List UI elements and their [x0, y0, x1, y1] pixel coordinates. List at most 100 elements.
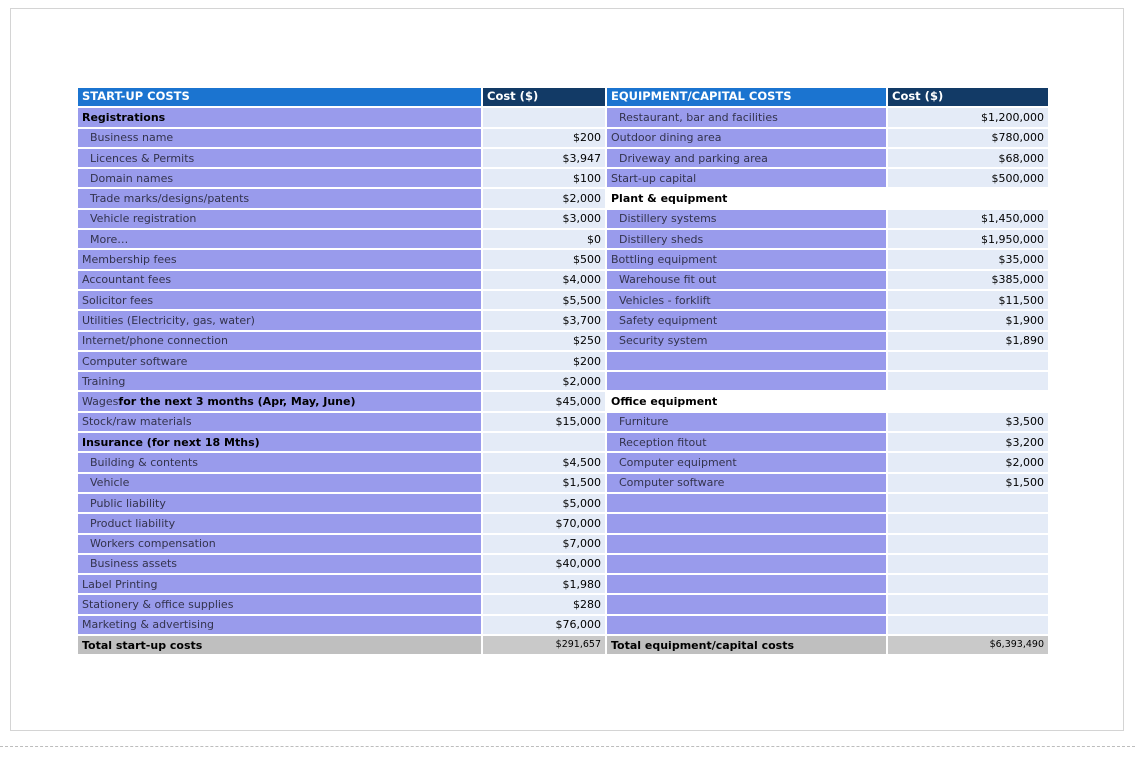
right-row-label[interactable]: Reception fitout	[607, 433, 886, 452]
left-row-value[interactable]: $1,500	[483, 473, 605, 492]
right-row-label[interactable]	[607, 575, 886, 594]
left-row-value[interactable]: $0	[483, 230, 605, 249]
left-row-value[interactable]: $500	[483, 250, 605, 269]
right-row-label[interactable]	[607, 595, 886, 614]
right-row-value[interactable]: $500,000	[888, 169, 1048, 188]
left-row-label[interactable]: Stationery & office supplies	[78, 595, 481, 614]
right-row-value[interactable]	[888, 554, 1048, 574]
right-row-label[interactable]: Security system	[607, 331, 886, 350]
left-row-label[interactable]: Vehicle registration	[78, 209, 481, 229]
right-row-label[interactable]: Start-up capital	[607, 169, 886, 188]
right-total-label[interactable]: Total equipment/capital costs	[607, 636, 886, 655]
left-row-value[interactable]: $5,500	[483, 290, 605, 310]
right-row-value[interactable]	[888, 534, 1048, 553]
right-row-label[interactable]	[607, 615, 886, 635]
right-row-value[interactable]: $1,890	[888, 331, 1048, 350]
left-row-label[interactable]: Solicitor fees	[78, 290, 481, 310]
left-row-value[interactable]: $70,000	[483, 514, 605, 533]
right-row-value[interactable]	[888, 493, 1048, 513]
left-row-value[interactable]: $1,980	[483, 575, 605, 594]
left-row-label[interactable]: Business name	[78, 128, 481, 147]
left-row-label[interactable]: Building & contents	[78, 453, 481, 472]
right-total-value[interactable]: $6,393,490	[888, 636, 1048, 655]
right-row-value[interactable]: $780,000	[888, 128, 1048, 147]
left-row-value[interactable]: $5,000	[483, 493, 605, 513]
left-row-label[interactable]: Insurance (for next 18 Mths)	[78, 433, 481, 452]
right-row-label[interactable]	[607, 534, 886, 553]
left-row-label[interactable]: Internet/phone connection	[78, 331, 481, 350]
left-row-label[interactable]: Registrations	[78, 108, 481, 127]
right-row-value[interactable]: $3,200	[888, 433, 1048, 452]
left-row-label[interactable]: Vehicle	[78, 473, 481, 492]
right-row-label[interactable]: Warehouse fit out	[607, 270, 886, 289]
right-row-label[interactable]: Distillery sheds	[607, 230, 886, 249]
right-row-label[interactable]: Vehicles - forklift	[607, 290, 886, 310]
right-row-value[interactable]: $1,900	[888, 311, 1048, 330]
left-row-label[interactable]: Trade marks/designs/patents	[78, 189, 481, 208]
right-row-label[interactable]	[607, 554, 886, 574]
left-row-label[interactable]: Licences & Permits	[78, 148, 481, 168]
right-row-label[interactable]: Computer software	[607, 473, 886, 492]
right-row-value[interactable]: $1,450,000	[888, 209, 1048, 229]
right-row-value[interactable]	[888, 392, 1048, 411]
right-row-value[interactable]: $68,000	[888, 148, 1048, 168]
left-total-label[interactable]: Total start-up costs	[78, 636, 481, 655]
left-row-value[interactable]: $4,500	[483, 453, 605, 472]
left-row-label[interactable]: Accountant fees	[78, 270, 481, 289]
right-row-label[interactable]	[607, 372, 886, 391]
left-row-value[interactable]: $2,000	[483, 372, 605, 391]
right-row-value[interactable]	[888, 595, 1048, 614]
right-row-label[interactable]: Plant & equipment	[607, 189, 886, 208]
right-row-value[interactable]	[888, 351, 1048, 371]
left-row-label[interactable]: Stock/raw materials	[78, 412, 481, 432]
left-row-label[interactable]: Product liability	[78, 514, 481, 533]
right-row-label[interactable]: Restaurant, bar and facilities	[607, 108, 886, 127]
left-row-label[interactable]: Business assets	[78, 554, 481, 574]
left-row-value[interactable]: $40,000	[483, 554, 605, 574]
right-row-value[interactable]: $1,950,000	[888, 230, 1048, 249]
left-row-label[interactable]: Marketing & advertising	[78, 615, 481, 635]
left-row-label[interactable]: Domain names	[78, 169, 481, 188]
left-row-value[interactable]: $280	[483, 595, 605, 614]
left-total-value[interactable]: $291,657	[483, 636, 605, 655]
left-row-label[interactable]: More…	[78, 230, 481, 249]
left-row-value[interactable]: $2,000	[483, 189, 605, 208]
left-row-value[interactable]: $4,000	[483, 270, 605, 289]
right-row-label[interactable]: Safety equipment	[607, 311, 886, 330]
left-row-label[interactable]: Wages for the next 3 months (Apr, May, J…	[78, 392, 481, 411]
right-row-label[interactable]	[607, 351, 886, 371]
left-row-value[interactable]: $100	[483, 169, 605, 188]
right-row-label[interactable]: Bottling equipment	[607, 250, 886, 269]
left-row-label[interactable]: Utilities (Electricity, gas, water)	[78, 311, 481, 330]
right-row-value[interactable]: $1,200,000	[888, 108, 1048, 127]
right-row-label[interactable]: Distillery systems	[607, 209, 886, 229]
left-row-value[interactable]: $7,000	[483, 534, 605, 553]
right-row-label[interactable]: Driveway and parking area	[607, 148, 886, 168]
left-row-value[interactable]	[483, 433, 605, 452]
left-row-label[interactable]: Public liability	[78, 493, 481, 513]
left-row-label[interactable]: Workers compensation	[78, 534, 481, 553]
left-row-label[interactable]: Training	[78, 372, 481, 391]
right-row-value[interactable]	[888, 575, 1048, 594]
left-row-value[interactable]: $250	[483, 331, 605, 350]
right-row-label[interactable]	[607, 514, 886, 533]
left-row-label[interactable]: Membership fees	[78, 250, 481, 269]
right-row-value[interactable]	[888, 189, 1048, 208]
left-row-value[interactable]: $76,000	[483, 615, 605, 635]
right-row-label[interactable]: Outdoor dining area	[607, 128, 886, 147]
left-row-value[interactable]: $15,000	[483, 412, 605, 432]
right-row-label[interactable]	[607, 493, 886, 513]
left-row-value[interactable]: $3,947	[483, 148, 605, 168]
left-row-value[interactable]: $3,700	[483, 311, 605, 330]
left-row-value[interactable]: $45,000	[483, 392, 605, 411]
right-row-value[interactable]: $35,000	[888, 250, 1048, 269]
right-row-value[interactable]: $1,500	[888, 473, 1048, 492]
left-row-value[interactable]: $200	[483, 128, 605, 147]
left-row-value[interactable]: $3,000	[483, 209, 605, 229]
right-row-value[interactable]	[888, 372, 1048, 391]
right-row-label[interactable]: Office equipment	[607, 392, 886, 411]
right-row-value[interactable]: $385,000	[888, 270, 1048, 289]
right-row-value[interactable]	[888, 615, 1048, 635]
left-row-value[interactable]: $200	[483, 351, 605, 371]
left-row-label[interactable]: Label Printing	[78, 575, 481, 594]
